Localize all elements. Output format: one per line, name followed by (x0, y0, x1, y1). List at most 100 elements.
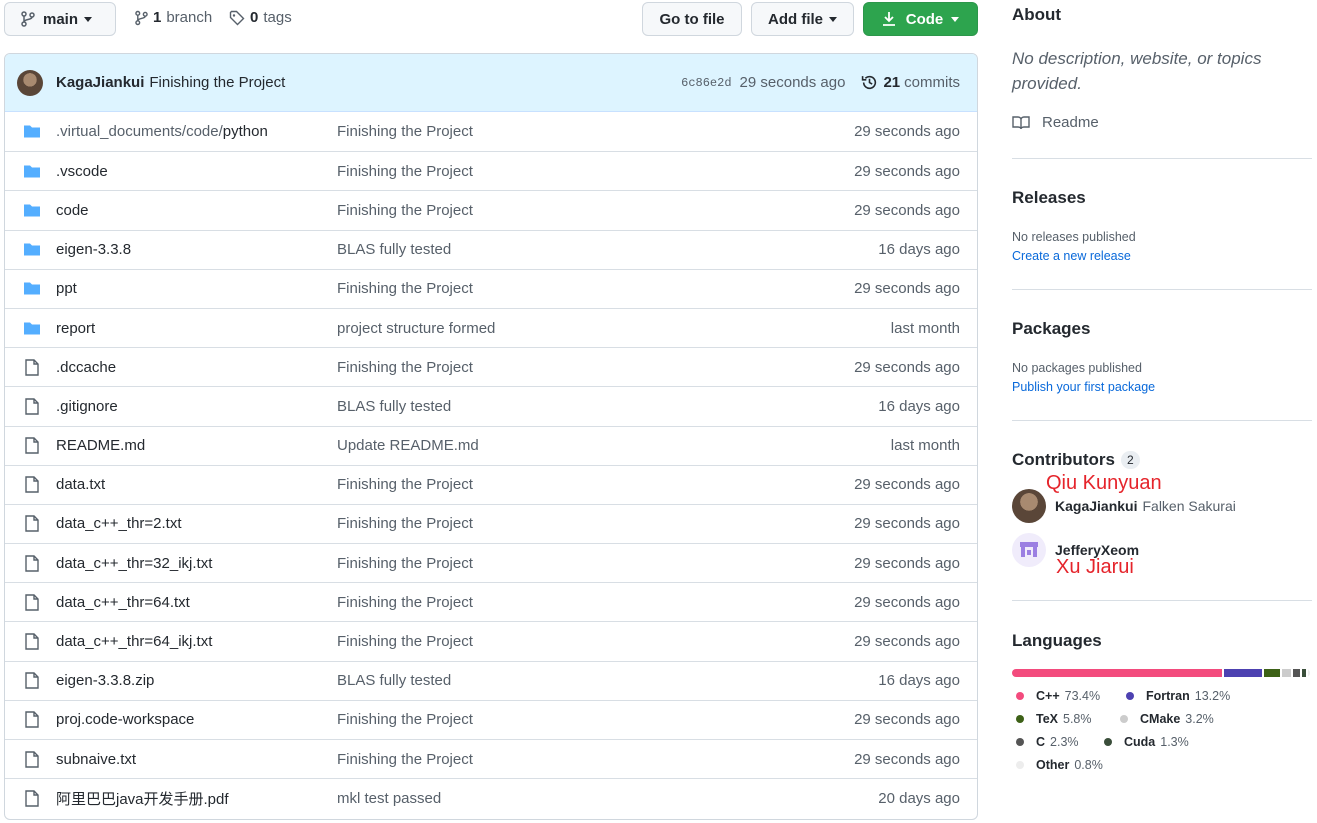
language-color-dot (1016, 761, 1024, 769)
file-row[interactable]: 阿里巴巴java开发手册.pdf mkl test passed 20 days a… (5, 778, 977, 817)
file-name-link[interactable]: ppt (56, 280, 337, 297)
file-name-link[interactable]: 阿里巴巴java开发手册.pdf (56, 788, 337, 809)
language-item[interactable]: Cuda 1.3% (1104, 735, 1189, 749)
go-to-file-button[interactable]: Go to file (642, 2, 742, 36)
file-commit-message[interactable]: Finishing the Project (337, 123, 854, 140)
file-name-link[interactable]: .gitignore (56, 398, 337, 415)
file-row[interactable]: eigen-3.3.8 BLAS fully tested 16 days ago (5, 229, 977, 269)
file-row[interactable]: .vscode Finishing the Project 29 seconds a… (5, 151, 977, 190)
code-button[interactable]: Code (863, 2, 978, 36)
contributors-heading[interactable]: Contributors 2 (1012, 450, 1140, 470)
avatar[interactable] (1012, 489, 1046, 523)
file-name-link[interactable]: .dccache (56, 359, 337, 376)
file-name-link[interactable]: data_c++_thr=64_ikj.txt (56, 633, 337, 650)
file-name: 阿里巴巴java开发手册.pdf (56, 790, 229, 808)
language-color-dot (1120, 715, 1128, 723)
file-commit-message[interactable]: BLAS fully tested (337, 398, 878, 415)
file-icon (22, 398, 42, 415)
avatar[interactable] (17, 69, 43, 96)
file-commit-message[interactable]: Update README.md (337, 437, 891, 454)
file-name-link[interactable]: README.md (56, 437, 337, 454)
file-icon (22, 515, 42, 533)
file-commit-message[interactable]: project structure formed (337, 320, 891, 337)
file-commit-message[interactable]: Finishing the Project (337, 280, 854, 297)
file-commit-message[interactable]: Finishing the Project (337, 359, 854, 376)
file-name-link[interactable]: eigen-3.3.8.zip (56, 672, 337, 689)
branch-icon (135, 10, 148, 25)
language-item[interactable]: C++ 73.4% (1016, 689, 1100, 703)
file-name: subnaive.txt (56, 750, 137, 768)
language-item[interactable]: Fortran 13.2% (1126, 689, 1230, 703)
create-release-link[interactable]: Create a new release (1012, 249, 1131, 263)
commit-author[interactable]: KagaJiankui (56, 74, 144, 91)
commit-count: 21 (883, 74, 901, 91)
file-row[interactable]: code Finishing the Project 29 seconds ago (5, 190, 977, 229)
readme-link[interactable]: Readme (1012, 114, 1099, 131)
packages-title[interactable]: Packages (1012, 319, 1090, 339)
file-row[interactable]: .gitignore BLAS fully tested 16 days ago (5, 386, 977, 425)
language-item[interactable]: C 2.3% (1016, 735, 1079, 749)
contributor-item[interactable]: KagaJiankui Falken Sakurai (1012, 489, 1236, 523)
file-commit-message[interactable]: Finishing the Project (337, 202, 854, 219)
language-item[interactable]: Other 0.8% (1016, 758, 1103, 772)
file-name-link[interactable]: data_c++_thr=32_ikj.txt (56, 555, 337, 572)
file-row[interactable]: data_c++_thr=32_ikj.txt Finishing the Pro… (5, 543, 977, 582)
file-commit-message[interactable]: Finishing the Project (337, 751, 854, 768)
file-commit-message[interactable]: BLAS fully tested (337, 241, 878, 258)
language-item[interactable]: CMake 3.2% (1120, 712, 1214, 726)
file-commit-age: 29 seconds ago (854, 123, 960, 141)
file-commit-message[interactable]: Finishing the Project (337, 555, 854, 572)
file-commit-message[interactable]: Finishing the Project (337, 476, 854, 493)
file-row[interactable]: README.md Update README.md last month (5, 425, 977, 465)
file-commit-message[interactable]: Finishing the Project (337, 594, 854, 611)
file-commit-message[interactable]: Finishing the Project (337, 163, 854, 180)
file-row[interactable]: .dccache Finishing the Project 29 seconds … (5, 347, 977, 386)
file-icon (22, 594, 42, 611)
file-commit-message[interactable]: Finishing the Project (337, 515, 854, 532)
contributors-title: Contributors (1012, 450, 1115, 469)
file-row[interactable]: data.txt Finishing the Project 29 seconds … (5, 464, 977, 504)
packages-empty: No packages published (1012, 361, 1142, 375)
file-row[interactable]: proj.code-workspace Finishing the Project… (5, 699, 977, 739)
file-name-link[interactable]: subnaive.txt (56, 751, 337, 768)
file-row[interactable]: data_c++_thr=2.txt Finishing the Project 2… (5, 503, 977, 543)
tags-link[interactable]: 0 tags (229, 9, 292, 26)
file-row[interactable]: data_c++_thr=64.txt Finishing the Project… (5, 582, 977, 621)
file-name-link[interactable]: .virtual_documents/code/python (56, 123, 337, 140)
branches-link[interactable]: 1 branch (135, 9, 212, 26)
file-name-link[interactable]: .vscode (56, 163, 337, 180)
file-commit-message[interactable]: Finishing the Project (337, 633, 854, 650)
file-row[interactable]: .virtual_documents/code/python Finishing … (5, 112, 977, 151)
publish-package-link[interactable]: Publish your first package (1012, 380, 1155, 394)
file-name-link[interactable]: report (56, 320, 337, 337)
add-file-label: Add file (768, 10, 823, 28)
file-row[interactable]: ppt Finishing the Project 29 seconds ago (5, 268, 977, 308)
commit-hash[interactable]: 6c86e2d (681, 76, 731, 90)
chevron-down-icon (951, 16, 960, 22)
add-file-button[interactable]: Add file (751, 2, 854, 36)
commits-link[interactable]: 21 commits (861, 74, 960, 91)
avatar[interactable] (1012, 533, 1046, 567)
file-name-link[interactable]: data_c++_thr=2.txt (56, 515, 337, 532)
divider (1012, 420, 1312, 421)
language-color-dot (1104, 738, 1112, 746)
file-name-link[interactable]: data.txt (56, 476, 337, 493)
commit-message[interactable]: Finishing the Project (149, 74, 285, 91)
language-item[interactable]: TeX 5.8% (1016, 712, 1092, 726)
file-row[interactable]: subnaive.txt Finishing the Project 29 seco… (5, 739, 977, 778)
file-commit-message[interactable]: Finishing the Project (337, 711, 854, 728)
file-commit-message[interactable]: mkl test passed (337, 790, 878, 807)
file-name-link[interactable]: code (56, 202, 337, 219)
branch-select-button[interactable]: main (4, 2, 116, 36)
file-row[interactable]: report project structure formed last month (5, 307, 977, 347)
contributor-login[interactable]: KagaJiankui (1055, 498, 1137, 514)
file-name-link[interactable]: proj.code-workspace (56, 711, 337, 728)
releases-title[interactable]: Releases (1012, 188, 1086, 208)
file-commit-message[interactable]: BLAS fully tested (337, 672, 878, 689)
language-bar-segment (1293, 669, 1300, 677)
file-row[interactable]: data_c++_thr=64_ikj.txt Finishing the Pro… (5, 621, 977, 660)
file-name-link[interactable]: data_c++_thr=64.txt (56, 594, 337, 611)
file-name-link[interactable]: eigen-3.3.8 (56, 241, 337, 258)
folder-icon (22, 242, 42, 257)
file-row[interactable]: eigen-3.3.8.zip BLAS fully tested 16 days … (5, 660, 977, 700)
